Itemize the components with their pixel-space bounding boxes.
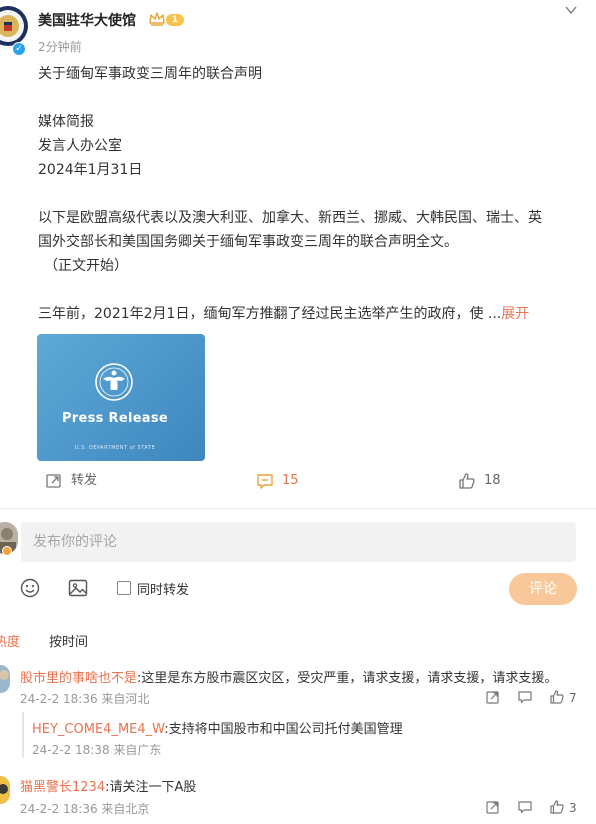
share-icon[interactable] [485,689,501,705]
post-line-date: 2024年1月31日 [38,162,143,178]
expand-link[interactable]: 展开 [501,306,529,322]
author-name[interactable]: 美国驻华大使馆 [38,10,136,30]
reply-meta: 24-2-2 18:38 来自广东 [32,743,162,757]
press-release-title: Press Release [61,411,169,426]
comment-avatar[interactable] [0,665,10,693]
comment-input[interactable] [21,522,576,562]
post-line-body: 三年前，2021年2月1日，缅甸军方推翻了经过民主选举产生的政府，使 ...展开 [38,302,578,326]
chevron-down-icon[interactable] [563,2,579,18]
reply-icon[interactable] [517,799,533,815]
state-seal-icon [95,363,133,401]
post-body-text: 三年前，2021年2月1日，缅甸军方推翻了经过民主选举产生的政府，使 ... [38,306,502,322]
like-count: 18 [484,473,501,488]
image-icon[interactable] [67,577,89,599]
post-line-intro-1: 以下是欧盟高级代表以及澳大利亚、加拿大、新西兰、挪威、大韩民国、瑞士、英 [38,210,542,226]
comment-action[interactable]: 15 [256,470,316,492]
like-icon[interactable] [549,799,565,815]
tab-latest[interactable]: 按时间 [49,631,88,650]
tab-hot[interactable]: 热度 [0,631,20,650]
cat-avatar-icon [0,776,10,804]
comment-icon [257,474,273,489]
reply-bar [22,712,24,758]
comment-avatar[interactable] [0,776,10,804]
comment-meta: 24-2-2 18:36 来自北京 [20,802,150,816]
comment-like-count: 7 [569,691,577,705]
post-line-office: 发言人办公室 [38,138,122,154]
comment-username[interactable]: 猫黑警长1234 [20,780,105,795]
verified-badge-icon: ✓ [12,42,26,56]
post-line-intro-2: 国外交部长和美国国务卿关于缅甸军事政变三周年的联合声明全文。 [38,234,458,250]
repost-action[interactable]: 转发 [45,470,125,492]
avatar-photo-icon [0,665,10,693]
crown-icon[interactable] [148,10,166,28]
reply-text-line: HEY_COME4_ME4_W:支持将中国股市和中国公司托付美国管理 [32,718,403,737]
repost-checkbox-label[interactable]: 同时转发 [137,579,189,598]
like-icon[interactable] [549,689,565,705]
reply-text: :支持将中国股市和中国公司托付美国管理 [164,722,403,737]
reply-username[interactable]: HEY_COME4_ME4_W [32,722,164,737]
comment-text: :这里是东方股市震区灾区，受灾严重，请求支援，请求支援，请求支援。 [137,671,558,686]
post-time: 2分钟前 [38,40,82,54]
share-icon[interactable] [485,799,501,815]
comment-text: :请关注一下A股 [105,780,197,795]
repost-checkbox[interactable] [117,581,131,595]
comment-text-line: 猫黑警长1234:请关注一下A股 [20,776,196,795]
level-badge[interactable]: 1 [166,14,184,26]
press-release-dept: U.S. DEPARTMENT of STATE [74,445,156,451]
thumbs-up-icon [459,473,475,489]
comment-text-line: 股市里的事啥也不是:这里是东方股市震区灾区，受灾严重，请求支援，请求支援，请求支… [20,667,557,686]
user-level-dot-icon [2,546,12,556]
repost-label: 转发 [71,473,98,488]
post-line-media: 媒体简报 [38,114,94,130]
like-action[interactable]: 18 [458,470,518,492]
repost-icon [46,474,61,488]
post-line-start: （正文开始） [44,258,128,274]
submit-comment-button[interactable]: 评论 [509,573,577,605]
press-release-card[interactable]: Press Release U.S. DEPARTMENT of STATE [37,334,205,461]
emoji-icon[interactable] [19,577,41,599]
comment-username[interactable]: 股市里的事啥也不是 [20,671,137,686]
comment-like-count: 3 [569,801,577,815]
comment-count: 15 [282,473,299,488]
comment-meta: 24-2-2 18:36 来自河北 [20,692,150,706]
section-divider [0,508,596,509]
post-title-line: 关于缅甸军事政变三周年的联合声明 [38,66,262,82]
post-header: ✓ 美国驻华大使馆 1 2分钟前 [0,0,596,60]
reply-icon[interactable] [517,689,533,705]
